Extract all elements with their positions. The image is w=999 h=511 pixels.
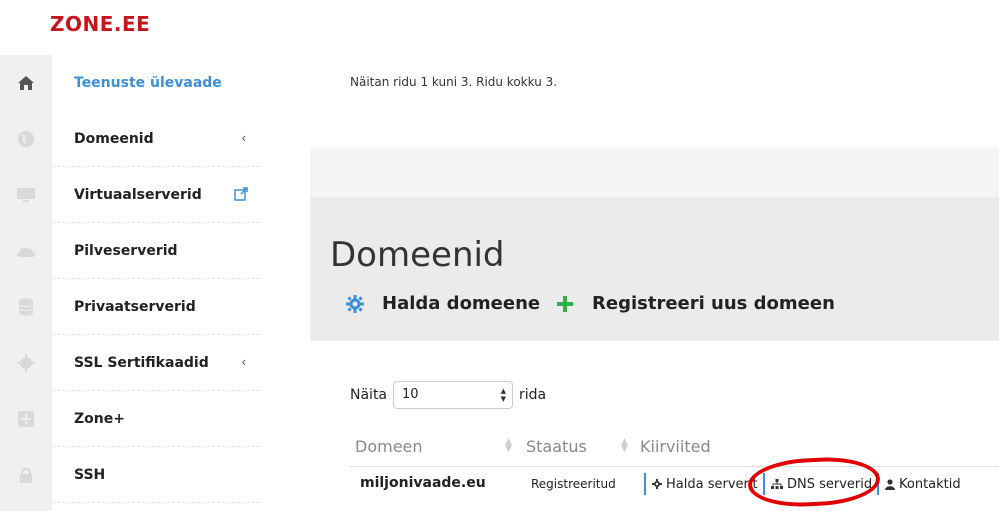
spacer-band [310,147,999,197]
external-link-icon[interactable] [234,187,248,206]
globe-icon [0,111,52,167]
sidebar-item-label: SSL Sertifikaadid [74,355,209,371]
sidebar-item-label: SSH [74,467,106,483]
sidebar-item-label: Zone+ [74,411,125,427]
plus-square-icon [0,391,52,447]
user-icon [885,478,895,490]
divider [52,502,260,503]
manage-server-link[interactable]: Halda serverit [644,473,758,495]
cloud-icon [0,223,52,279]
home-icon [0,55,52,111]
length-menu: Näita 10 ▲ ▼ rida [350,381,546,409]
length-suffix: rida [519,387,547,403]
summary-panel: Näitan ridu 1 kuni 3. Ridu kokku 3. [310,55,999,147]
main-content: Näitan ridu 1 kuni 3. Ridu kokku 3. Dome… [310,55,999,511]
dns-servers-label: DNS serverid [787,476,873,492]
dns-servers-link[interactable]: DNS serverid [763,473,872,495]
column-header-domain[interactable]: Domeen [355,437,423,456]
domain-status: Registreeritud [531,477,616,491]
sidebar-item-ssh[interactable]: SSH [0,447,260,503]
certificate-icon [0,335,52,391]
chevron-left-icon[interactable]: ‹ [242,130,246,145]
manage-server-label: Halda serverit [666,476,758,492]
rows-per-page-value: 10 [402,387,419,402]
sitemap-icon [771,479,783,489]
sidebar-item-virtual-servers[interactable]: Virtuaalserverid [0,167,260,223]
contacts-link[interactable]: Kontaktid [877,473,961,495]
sort-icon[interactable]: ▲ ▼ [505,438,512,454]
table-header: Domeen ▲ ▼ Staatus ▲ ▼ Kiirviited [350,431,999,467]
manage-domains-label: Halda domeene [382,293,541,314]
cog-icon [652,479,662,489]
plus-icon [556,295,574,313]
sidebar-item-domains[interactable]: Domeenid ‹ [0,111,260,167]
top-bar: ZONE.EE [0,0,999,55]
sidebar-item-cloud-servers[interactable]: Pilveserverid [0,223,260,279]
manage-domains-button[interactable]: Halda domeene [346,293,540,314]
database-icon [0,279,52,335]
column-header-status[interactable]: Staatus [526,437,587,456]
sort-icon[interactable]: ▲ ▼ [621,438,628,454]
sidebar-item-private-servers[interactable]: Privaatserverid [0,279,260,335]
domains-table-area: Näita 10 ▲ ▼ rida Domeen ▲ ▼ Staatus ▲ ▼ Ki… [310,341,999,511]
chevron-left-icon[interactable]: ‹ [242,354,246,369]
sidebar-item-label: Teenuste ülevaade [74,75,222,91]
rows-info-text: Näitan ridu 1 kuni 3. Ridu kokku 3. [350,75,558,89]
length-prefix: Näita [350,387,388,403]
lock-icon [0,447,52,503]
contacts-label: Kontaktid [899,476,961,492]
sidebar-item-ssl-certificates[interactable]: SSL Sertifikaadid ‹ [0,335,260,391]
select-arrows-icon: ▲ ▼ [500,387,507,403]
register-domain-label: Registreeri uus domeen [592,293,835,314]
sidebar-item-label: Privaatserverid [74,299,196,315]
page-title: Domeenid [330,235,505,275]
column-header-quicklinks[interactable]: Kiirviited [640,437,711,456]
sidebar-item-label: Domeenid [74,131,154,147]
sidebar-item-overview[interactable]: Teenuste ülevaade [0,55,260,111]
sidebar-item-label: Virtuaalserverid [74,187,202,203]
zone-logo[interactable]: ZONE.EE [50,12,150,36]
table-row: miljonivaade.eu Registreeritud Halda ser… [350,467,999,507]
sidebar-item-label: Pilveserverid [74,243,178,259]
domain-name[interactable]: miljonivaade.eu [360,475,486,491]
gear-icon [346,294,364,313]
register-domain-button[interactable]: Registreeri uus domeen [556,293,835,314]
monitor-icon [0,167,52,223]
sidebar-item-zone-plus[interactable]: Zone+ [0,391,260,447]
page-header: Domeenid Halda domeene Registreeri uus d… [310,197,999,341]
rows-per-page-select[interactable]: 10 ▲ ▼ [393,381,514,409]
